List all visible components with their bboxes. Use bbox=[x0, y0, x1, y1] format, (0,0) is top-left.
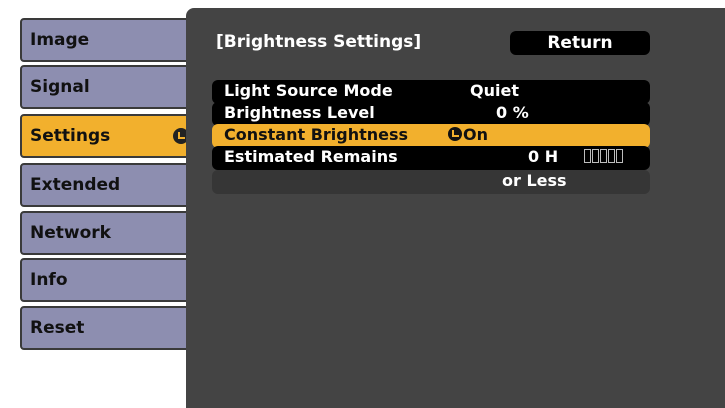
menu-item-label: Info bbox=[30, 270, 68, 290]
constant-brightness-value-wrap: On bbox=[448, 125, 488, 144]
estimated-remains-label: Estimated Remains bbox=[224, 147, 398, 166]
menu-item-extended[interactable]: Extended bbox=[20, 163, 201, 207]
menu-item-reset[interactable]: Reset bbox=[20, 306, 201, 350]
light-source-mode-label: Light Source Mode bbox=[224, 81, 393, 100]
constant-brightness-row[interactable]: Constant Brightness On bbox=[212, 124, 650, 148]
menu-item-label: Reset bbox=[30, 318, 85, 338]
menu-item-network[interactable]: Network bbox=[20, 211, 201, 255]
menu-item-settings[interactable]: Settings bbox=[20, 114, 201, 158]
brightness-level-row[interactable]: Brightness Level 0 % bbox=[212, 102, 650, 126]
estimated-remains-value: 0 H bbox=[528, 147, 559, 166]
page-title: [Brightness Settings] bbox=[216, 32, 422, 52]
light-source-mode-row[interactable]: Light Source Mode Quiet bbox=[212, 80, 650, 104]
menu-item-label: Image bbox=[30, 30, 90, 50]
light-source-mode-value: Quiet bbox=[470, 81, 519, 100]
gauge-segment bbox=[616, 149, 623, 163]
return-button[interactable]: Return bbox=[510, 31, 650, 55]
menu-item-info[interactable]: Info bbox=[20, 258, 201, 302]
constant-brightness-label: Constant Brightness bbox=[224, 125, 409, 144]
menu-item-label: Signal bbox=[30, 77, 90, 97]
estimated-remains-row-continued: or Less bbox=[212, 170, 650, 194]
lamp-life-gauge bbox=[584, 149, 623, 163]
brightness-settings-panel: [Brightness Settings] Return Light Sourc… bbox=[186, 8, 725, 408]
brightness-level-label: Brightness Level bbox=[224, 103, 375, 122]
estimated-remains-row: Estimated Remains 0 H bbox=[212, 146, 650, 170]
menu-item-image[interactable]: Image bbox=[20, 18, 201, 62]
gauge-segment bbox=[584, 149, 591, 163]
menu-item-signal[interactable]: Signal bbox=[20, 65, 201, 109]
enter-icon bbox=[448, 127, 462, 141]
brightness-level-value: 0 % bbox=[496, 103, 529, 122]
gauge-segment bbox=[592, 149, 599, 163]
menu-item-label: Settings bbox=[30, 126, 111, 146]
gauge-segment bbox=[608, 149, 615, 163]
constant-brightness-value: On bbox=[463, 125, 488, 144]
menu-item-label: Extended bbox=[30, 175, 121, 195]
menu-item-label: Network bbox=[30, 223, 111, 243]
estimated-remains-suffix: or Less bbox=[502, 171, 567, 190]
gauge-segment bbox=[600, 149, 607, 163]
